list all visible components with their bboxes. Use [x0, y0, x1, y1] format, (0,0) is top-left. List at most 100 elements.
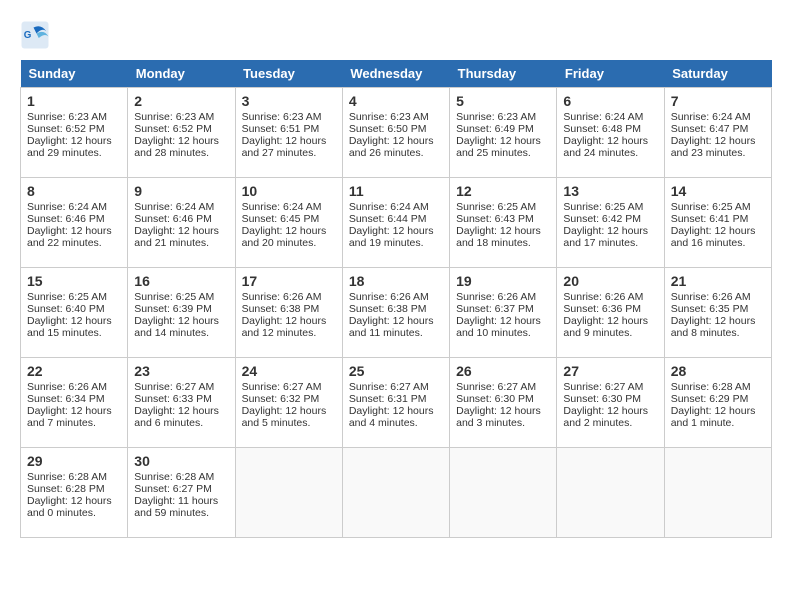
- day-number: 18: [349, 273, 443, 289]
- day-info-line: Sunset: 6:30 PM: [456, 393, 550, 405]
- day-info-line: Sunset: 6:43 PM: [456, 213, 550, 225]
- day-info-line: and 29 minutes.: [27, 147, 121, 159]
- day-info-line: Sunset: 6:30 PM: [563, 393, 657, 405]
- day-info-line: Sunrise: 6:25 AM: [456, 201, 550, 213]
- day-info-line: Sunrise: 6:26 AM: [242, 291, 336, 303]
- day-info-line: and 2 minutes.: [563, 417, 657, 429]
- day-info-line: Sunset: 6:50 PM: [349, 123, 443, 135]
- col-header-wednesday: Wednesday: [342, 60, 449, 88]
- logo-icon: G: [20, 20, 50, 50]
- day-cell: 12Sunrise: 6:25 AMSunset: 6:43 PMDayligh…: [450, 178, 557, 268]
- calendar-table: SundayMondayTuesdayWednesdayThursdayFrid…: [20, 60, 772, 538]
- day-cell: 2Sunrise: 6:23 AMSunset: 6:52 PMDaylight…: [128, 88, 235, 178]
- day-number: 1: [27, 93, 121, 109]
- day-info-line: and 9 minutes.: [563, 327, 657, 339]
- day-info-line: Daylight: 12 hours: [563, 135, 657, 147]
- day-info-line: and 7 minutes.: [27, 417, 121, 429]
- day-info-line: Daylight: 12 hours: [456, 225, 550, 237]
- day-number: 24: [242, 363, 336, 379]
- day-info-line: Sunrise: 6:27 AM: [134, 381, 228, 393]
- day-info-line: Sunrise: 6:24 AM: [349, 201, 443, 213]
- day-info-line: and 11 minutes.: [349, 327, 443, 339]
- day-number: 9: [134, 183, 228, 199]
- day-info-line: Daylight: 12 hours: [563, 315, 657, 327]
- day-number: 3: [242, 93, 336, 109]
- day-info-line: Sunset: 6:48 PM: [563, 123, 657, 135]
- day-cell: 20Sunrise: 6:26 AMSunset: 6:36 PMDayligh…: [557, 268, 664, 358]
- day-info-line: Sunset: 6:52 PM: [134, 123, 228, 135]
- day-cell: 23Sunrise: 6:27 AMSunset: 6:33 PMDayligh…: [128, 358, 235, 448]
- day-info-line: Sunset: 6:38 PM: [349, 303, 443, 315]
- day-cell: 1Sunrise: 6:23 AMSunset: 6:52 PMDaylight…: [21, 88, 128, 178]
- day-number: 15: [27, 273, 121, 289]
- day-cell: 24Sunrise: 6:27 AMSunset: 6:32 PMDayligh…: [235, 358, 342, 448]
- day-info-line: Sunrise: 6:26 AM: [27, 381, 121, 393]
- day-number: 19: [456, 273, 550, 289]
- day-number: 30: [134, 453, 228, 469]
- day-cell: 3Sunrise: 6:23 AMSunset: 6:51 PMDaylight…: [235, 88, 342, 178]
- day-cell: [450, 448, 557, 538]
- day-info-line: Sunrise: 6:24 AM: [242, 201, 336, 213]
- day-info-line: Sunrise: 6:25 AM: [27, 291, 121, 303]
- day-info-line: Sunrise: 6:26 AM: [456, 291, 550, 303]
- day-info-line: Daylight: 12 hours: [134, 225, 228, 237]
- day-cell: 9Sunrise: 6:24 AMSunset: 6:46 PMDaylight…: [128, 178, 235, 268]
- day-info-line: Daylight: 11 hours: [134, 495, 228, 507]
- day-info-line: Sunrise: 6:23 AM: [349, 111, 443, 123]
- day-number: 2: [134, 93, 228, 109]
- day-info-line: Daylight: 12 hours: [242, 225, 336, 237]
- day-info-line: Sunset: 6:27 PM: [134, 483, 228, 495]
- day-info-line: and 26 minutes.: [349, 147, 443, 159]
- col-header-sunday: Sunday: [21, 60, 128, 88]
- day-info-line: Daylight: 12 hours: [671, 315, 765, 327]
- week-row-4: 22Sunrise: 6:26 AMSunset: 6:34 PMDayligh…: [21, 358, 772, 448]
- day-info-line: Sunset: 6:36 PM: [563, 303, 657, 315]
- day-info-line: Sunrise: 6:26 AM: [349, 291, 443, 303]
- day-info-line: Daylight: 12 hours: [242, 315, 336, 327]
- day-info-line: Sunrise: 6:25 AM: [563, 201, 657, 213]
- day-number: 21: [671, 273, 765, 289]
- day-number: 13: [563, 183, 657, 199]
- day-info-line: and 3 minutes.: [456, 417, 550, 429]
- day-info-line: Sunset: 6:45 PM: [242, 213, 336, 225]
- day-info-line: and 17 minutes.: [563, 237, 657, 249]
- day-info-line: Daylight: 12 hours: [563, 405, 657, 417]
- day-info-line: Sunset: 6:44 PM: [349, 213, 443, 225]
- day-info-line: and 14 minutes.: [134, 327, 228, 339]
- page-header: G: [20, 20, 772, 50]
- day-info-line: Sunset: 6:46 PM: [27, 213, 121, 225]
- day-number: 29: [27, 453, 121, 469]
- day-info-line: Daylight: 12 hours: [27, 225, 121, 237]
- day-info-line: Daylight: 12 hours: [242, 135, 336, 147]
- day-cell: 19Sunrise: 6:26 AMSunset: 6:37 PMDayligh…: [450, 268, 557, 358]
- day-cell: 7Sunrise: 6:24 AMSunset: 6:47 PMDaylight…: [664, 88, 771, 178]
- day-info-line: and 24 minutes.: [563, 147, 657, 159]
- col-header-saturday: Saturday: [664, 60, 771, 88]
- week-row-5: 29Sunrise: 6:28 AMSunset: 6:28 PMDayligh…: [21, 448, 772, 538]
- day-cell: 5Sunrise: 6:23 AMSunset: 6:49 PMDaylight…: [450, 88, 557, 178]
- day-info-line: Sunset: 6:28 PM: [27, 483, 121, 495]
- day-info-line: and 15 minutes.: [27, 327, 121, 339]
- day-info-line: Sunset: 6:34 PM: [27, 393, 121, 405]
- week-row-3: 15Sunrise: 6:25 AMSunset: 6:40 PMDayligh…: [21, 268, 772, 358]
- day-info-line: and 12 minutes.: [242, 327, 336, 339]
- day-cell: 8Sunrise: 6:24 AMSunset: 6:46 PMDaylight…: [21, 178, 128, 268]
- day-info-line: Daylight: 12 hours: [134, 315, 228, 327]
- day-info-line: and 10 minutes.: [456, 327, 550, 339]
- day-info-line: and 21 minutes.: [134, 237, 228, 249]
- day-info-line: Sunrise: 6:23 AM: [27, 111, 121, 123]
- day-cell: [235, 448, 342, 538]
- day-number: 5: [456, 93, 550, 109]
- day-info-line: Daylight: 12 hours: [134, 405, 228, 417]
- day-info-line: Sunset: 6:31 PM: [349, 393, 443, 405]
- day-cell: 25Sunrise: 6:27 AMSunset: 6:31 PMDayligh…: [342, 358, 449, 448]
- day-cell: [342, 448, 449, 538]
- day-info-line: and 19 minutes.: [349, 237, 443, 249]
- day-info-line: Daylight: 12 hours: [456, 315, 550, 327]
- day-cell: [557, 448, 664, 538]
- day-info-line: and 22 minutes.: [27, 237, 121, 249]
- day-info-line: Sunrise: 6:24 AM: [27, 201, 121, 213]
- day-number: 17: [242, 273, 336, 289]
- day-cell: 13Sunrise: 6:25 AMSunset: 6:42 PMDayligh…: [557, 178, 664, 268]
- day-info-line: Daylight: 12 hours: [563, 225, 657, 237]
